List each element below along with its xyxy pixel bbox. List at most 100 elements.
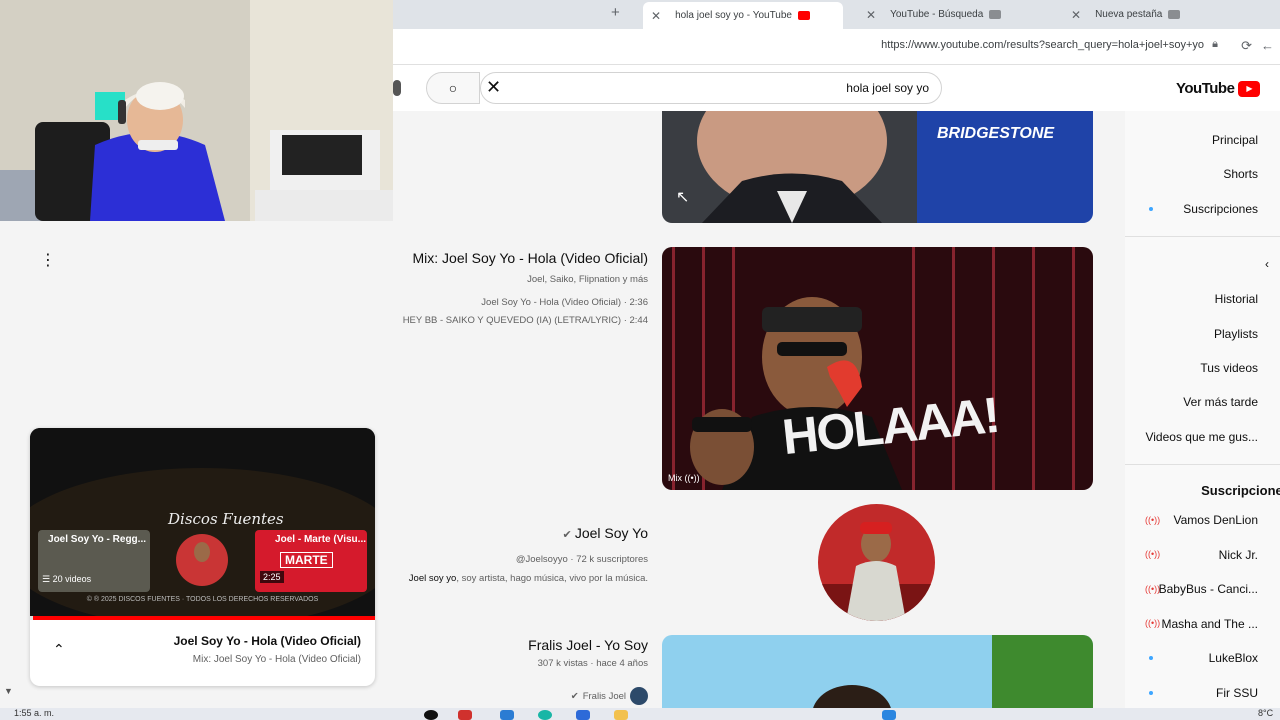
end-card-1-title[interactable]: Joel - Marte (Visu...	[258, 534, 366, 545]
new-content-dot-icon	[1149, 691, 1153, 695]
app-icon[interactable]	[458, 710, 472, 720]
sidebar-item-suscripciones[interactable]: Suscripciones	[1183, 202, 1258, 216]
sidebar-sub-fir-ssu[interactable]: Fir SSU	[1216, 686, 1258, 700]
end-card-1-duration: 2:25	[260, 571, 284, 583]
address-bar: ← ⟳ 🔒︎ https://www.youtube.com/results?s…	[393, 29, 1280, 65]
mix-line-2[interactable]: HEY BB - SAIKO Y QUEVEDO (IA) (LETRA/LYR…	[403, 315, 648, 326]
video-channel[interactable]: ✔︎ Fralis Joel	[571, 687, 648, 705]
ad-brand-text: BRIDGESTONE	[937, 125, 1055, 142]
video-title[interactable]: Fralis Joel - Yo Soy	[528, 637, 648, 653]
taskbar: 1:55 a. m. 8°C	[0, 708, 1280, 720]
channel-name: Joel Soy Yo	[574, 525, 648, 541]
tab-label: hola joel soy yo - YouTube	[675, 10, 792, 21]
sidebar: Principal Shorts Suscripciones ‹ Histori…	[1125, 111, 1280, 720]
mix-radio-icon: ((•))	[684, 473, 700, 483]
taskbar-clock[interactable]: 1:55 a. m.	[14, 708, 54, 718]
end-card-3-title[interactable]: Joel Soy Yo - Regg...	[40, 534, 146, 545]
sidebar-sub-nick-jr[interactable]: Nick Jr.	[1219, 548, 1258, 562]
sidebar-subs-header: Suscripciones	[1201, 483, 1280, 498]
search-input[interactable]: ✕ hola joel soy yo	[480, 72, 942, 104]
miniplayer-progress-fill	[33, 616, 375, 620]
youtube-logo[interactable]: YouTube ▶	[1176, 80, 1261, 97]
mix-thumbnail[interactable]: HOLAAA! Mix ((•))	[662, 247, 1093, 490]
ad-thumbnail[interactable]: BRIDGESTONE ↖	[662, 111, 1093, 223]
sidebar-item-playlists[interactable]: Playlists	[1214, 327, 1258, 341]
search-icon: ○	[448, 80, 458, 96]
mix-channels: Joel, Saiko, Flipnation y más	[527, 274, 648, 285]
mix-badge: Mix ((•))	[668, 473, 700, 483]
tab-nueva-pestana[interactable]: ✕ Nueva pestaña	[1063, 4, 1263, 25]
channel-avatar[interactable]	[818, 504, 935, 621]
mix-title[interactable]: Mix: Joel Soy Yo - Hola (Video Oficial)	[412, 250, 648, 266]
channel-handle: @Joelsoyyo · 72 k suscriptores	[515, 554, 648, 565]
miniplayer-progress-bar[interactable]	[30, 616, 375, 620]
channel-avatar-image	[818, 504, 935, 621]
search-favicon-icon	[989, 10, 1002, 19]
miniplayer-subtitle: Mix: Joel Soy Yo - Hola (Video Oficial)	[192, 654, 361, 665]
live-icon: ((•))	[1145, 618, 1161, 628]
mix-line-1[interactable]: Joel Soy Yo - Hola (Video Oficial) · 2:3…	[481, 297, 648, 308]
browser-app-icon[interactable]	[538, 710, 552, 720]
app-icon[interactable]	[500, 710, 514, 720]
sidebar-item-shorts[interactable]: Shorts	[1223, 167, 1258, 181]
app-icon[interactable]	[576, 710, 590, 720]
sidebar-item-tus-videos[interactable]: Tus videos	[1200, 361, 1258, 375]
taskbar-temperature: 8°C	[1258, 708, 1274, 718]
youtube-play-icon: ▶	[1238, 80, 1261, 97]
new-content-dot-icon	[1149, 207, 1153, 211]
more-options-icon[interactable]: ⋮	[40, 250, 56, 270]
tab-close-icon[interactable]: ✕	[1071, 8, 1081, 22]
tab-close-icon[interactable]: ✕	[866, 8, 876, 22]
video-meta: 307 k vistas · hace 4 años	[537, 658, 648, 669]
live-icon: ((•))	[1145, 515, 1161, 525]
sidebar-item-principal[interactable]: Principal	[1212, 133, 1258, 147]
tab-close-icon[interactable]: ✕	[651, 9, 661, 23]
channel-desc-text: , soy artista, hago música, vivo por la …	[456, 573, 648, 584]
sidebar-item-ver-mas-tarde[interactable]: Ver más tarde	[1183, 395, 1258, 409]
reload-icon[interactable]: ⟳	[1241, 38, 1252, 54]
search-button[interactable]: ○	[426, 72, 480, 104]
microphone-icon[interactable]	[393, 80, 401, 96]
sidebar-item-videos-que-me-gustan[interactable]: Videos que me gus...	[1145, 430, 1258, 444]
url-field[interactable]: https://www.youtube.com/results?search_q…	[881, 39, 1204, 51]
sidebar-item-historial[interactable]: Historial	[1215, 292, 1258, 306]
verified-icon: ✔︎	[570, 690, 579, 702]
app-icon[interactable]	[424, 710, 438, 720]
webcam-overlay	[0, 0, 393, 221]
sidebar-sub-masha[interactable]: Masha and The ...	[1161, 617, 1258, 631]
tab-youtube-hola[interactable]: ✕ hola joel soy yo - YouTube	[643, 2, 843, 29]
webcam-scene	[0, 0, 393, 221]
playlist-icon: ☰	[42, 574, 53, 584]
end-card-1-thumb-text: MARTE	[280, 552, 333, 568]
end-screen-brand: Discos Fuentes	[168, 510, 284, 528]
tab-youtube-busqueda[interactable]: ✕ YouTube - Búsqueda	[858, 4, 1048, 25]
miniplayer[interactable]: Discos Fuentes Joel - Marte (Visu... MAR…	[30, 428, 375, 686]
back-arrow-icon[interactable]: ←	[1261, 38, 1274, 53]
browser-tab-bar: ✕ hola joel soy yo - YouTube ✕ YouTube -…	[393, 0, 1280, 29]
miniplayer-video[interactable]: Discos Fuentes Joel - Marte (Visu... MAR…	[30, 428, 375, 628]
search-results: BRIDGESTONE ↖ HOLAAA! Mix ((•)) Mix: Joe…	[393, 111, 1125, 720]
expand-arrow-icon[interactable]: ↖	[676, 187, 689, 207]
sidebar-sub-babybus[interactable]: BabyBus - Canci...	[1159, 582, 1258, 596]
new-tab-plus-icon[interactable]: +	[611, 4, 620, 21]
tab-label: YouTube - Búsqueda	[890, 9, 984, 20]
end-screen-copyright: © ® 2025 DISCOS FUENTES · TODOS LOS DERE…	[86, 596, 319, 603]
search-query-text: hola joel soy yo	[846, 81, 929, 95]
chevron-up-icon[interactable]: ⌃	[53, 641, 65, 658]
miniplayer-title[interactable]: Joel Soy Yo - Hola (Video Oficial)	[174, 634, 361, 648]
channel-description: Joel soy yo, soy artista, hago música, v…	[409, 573, 648, 584]
folder-icon[interactable]	[614, 710, 628, 720]
chevron-left-icon[interactable]: ‹	[1265, 257, 1269, 271]
channel-title[interactable]: ✔︎ Joel Soy Yo	[563, 525, 648, 541]
clear-search-icon[interactable]: ✕	[486, 77, 501, 98]
sidebar-sub-lukeblox[interactable]: LukeBlox	[1209, 651, 1258, 665]
sidebar-sub-vamos-denlion[interactable]: Vamos DenLion	[1174, 513, 1259, 527]
channel-desc-bold: Joel soy yo	[408, 573, 457, 584]
live-icon: ((•))	[1145, 549, 1161, 559]
new-content-dot-icon	[1149, 656, 1153, 660]
windows-start-icon[interactable]	[882, 710, 896, 720]
newtab-favicon-icon	[1168, 10, 1181, 19]
sidebar-divider	[1125, 236, 1280, 237]
lock-icon[interactable]: 🔒︎	[1212, 38, 1218, 51]
scroll-down-icon[interactable]: ▼	[4, 686, 13, 696]
